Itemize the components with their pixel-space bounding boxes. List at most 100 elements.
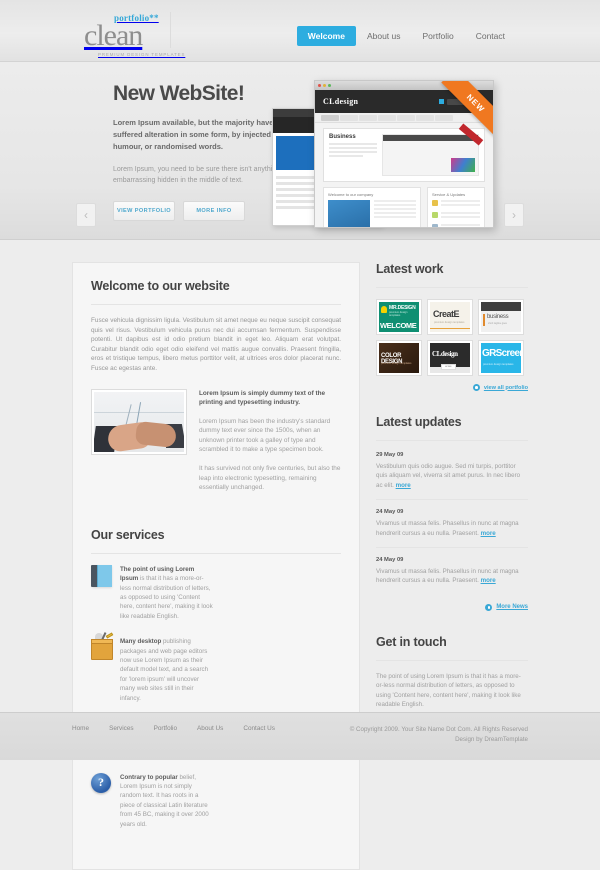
page-root: portfolio** clean PREMIUM DESIGN TEMPLAT… <box>0 0 600 870</box>
contact-paragraph: The point of using Lorem Ipsum is that i… <box>376 672 521 709</box>
view-portfolio-button[interactable]: VIEW PORTFOLIO <box>113 201 175 221</box>
hero-title: New WebSite! <box>113 82 245 105</box>
intro-paragraph-2: It has survived not only five centuries,… <box>199 464 341 492</box>
service-item: Many desktop publishing packages and web… <box>91 632 213 703</box>
mock-line <box>374 204 416 206</box>
mock-nav-item <box>416 115 434 121</box>
thumb-title: business <box>487 314 509 320</box>
hero-buttons: VIEW PORTFOLIO MORE INFO <box>113 201 293 221</box>
nav-item-about-us[interactable]: About us <box>356 26 412 46</box>
update-more-link[interactable]: more <box>481 577 496 584</box>
leaf-icon <box>432 212 438 218</box>
mock-column-title: Welcome to our company <box>328 192 374 197</box>
mock-line <box>441 200 480 202</box>
mock-site-nav <box>315 113 493 123</box>
mock-bar <box>383 135 478 141</box>
thumb-sub: premium design templates <box>483 363 514 366</box>
main-navigation: Welcome About us Portfolio Contact <box>296 26 516 46</box>
service-item: The point of using Lorem Ipsum is that i… <box>91 564 213 621</box>
mock-nav-item <box>435 115 453 121</box>
mock-column-welcome: Welcome to our company <box>323 187 421 227</box>
update-item: 24 May 09 Vivamus ut massa felis. Phasel… <box>376 557 528 595</box>
thumb-sub: premium design templates <box>381 362 412 365</box>
mock-line <box>329 155 363 157</box>
thumb-title: CLdesign <box>432 350 458 358</box>
mock-line <box>374 200 416 202</box>
close-dot-icon <box>318 84 321 87</box>
mock-line <box>329 151 377 153</box>
mock-line <box>374 208 416 210</box>
mock-line <box>441 212 480 214</box>
portfolio-thumb[interactable]: GRScreen premium design templates <box>478 340 524 376</box>
mock-site-logo: CLdesign <box>323 97 359 106</box>
nav-item-welcome[interactable]: Welcome <box>296 26 356 46</box>
service-text: Contrary to popular belief, Lorem Ipsum … <box>120 773 213 829</box>
nav-item-contact[interactable]: Contact <box>465 26 516 46</box>
footer-link-about-us[interactable]: About Us <box>197 725 223 745</box>
wrench-icon <box>432 224 438 227</box>
portfolio-thumb[interactable]: business short tagline goes <box>478 299 524 335</box>
mock-list-item <box>432 200 480 208</box>
mock-line <box>441 216 480 218</box>
update-date: 24 May 09 <box>376 557 404 564</box>
site-footer: Home Services Portfolio About Us Contact… <box>0 712 600 760</box>
mock-list-item <box>432 212 480 220</box>
thumb-header-bar <box>481 302 521 311</box>
mock-nav-item <box>321 115 339 121</box>
update-body: Vivamus ut massa felis. Phasellus in nun… <box>376 568 519 585</box>
portfolio-thumb-grid: MR.DESIGN premium design templates WELCO… <box>376 299 528 376</box>
hero-subtext: Lorem Ipsum, you need to be sure there i… <box>113 166 281 184</box>
copyright-text: © Copyright 2009. Your Site Name Dot Com… <box>349 726 528 733</box>
mock-slider-heading: Business <box>329 134 356 140</box>
service-body: publishing packages and web page editors… <box>120 638 209 702</box>
minimize-dot-icon <box>323 84 326 87</box>
bullet-circle-icon <box>485 603 493 611</box>
footer-link-home[interactable]: Home <box>72 725 89 745</box>
logo-tagline: PREMIUM DESIGN TEMPLATES <box>98 52 186 57</box>
mock-thumbnail <box>451 158 475 172</box>
footer-links: Home Services Portfolio About Us Contact… <box>72 725 295 745</box>
update-text: Vestibulum quis odio augue. Sed mi turpi… <box>376 462 528 490</box>
services-grid: The point of using Lorem Ipsum is that i… <box>91 564 341 845</box>
thumb-word: WELCOME <box>380 321 417 330</box>
mock-line <box>441 224 480 226</box>
service-item: ? Contrary to popular belief, Lorem Ipsu… <box>91 772 213 829</box>
update-more-link[interactable]: more <box>396 482 411 489</box>
welcome-paragraph: Fusce vehicula dignissim ligula. Vestibu… <box>91 317 341 372</box>
handshake-image <box>91 388 187 455</box>
mock-nav-item <box>359 115 377 121</box>
nav-item-portfolio[interactable]: Portfolio <box>412 26 465 46</box>
hero-mock-front: CLdesign Business Welcome to our company… <box>314 80 494 228</box>
latest-updates-heading: Latest updates <box>376 415 528 441</box>
content-right-column: Latest work MR.DESIGN premium design tem… <box>360 262 528 870</box>
mock-line <box>441 204 480 206</box>
update-more-link[interactable]: more <box>481 530 496 537</box>
footer-copyright-block: © Copyright 2009. Your Site Name Dot Com… <box>350 725 528 745</box>
services-heading: Our services <box>91 528 341 554</box>
update-body: Vivamus ut massa felis. Phasellus in nun… <box>376 520 519 537</box>
hero-slider: New WebSite! Lorem Ipsum available, but … <box>0 62 600 240</box>
search-icon <box>439 99 444 104</box>
slider-next-arrow-icon[interactable]: › <box>504 203 524 227</box>
update-text: Vivamus ut massa felis. Phasellus in nun… <box>376 519 528 538</box>
mock-image <box>328 200 370 227</box>
question-icon: ? <box>91 772 113 797</box>
services-section: Our services The point of using Lorem Ip… <box>91 528 341 845</box>
portfolio-thumb[interactable]: MR.DESIGN premium design templates WELCO… <box>376 299 422 335</box>
content-container: Welcome to our website Fusce vehicula di… <box>72 262 528 870</box>
update-item: 29 May 09 Vestibulum quis odio augue. Se… <box>376 452 528 501</box>
footer-link-contact-us[interactable]: Contact Us <box>243 725 275 745</box>
mock-column-title: Service & Updates <box>432 192 466 197</box>
view-all-portfolio-link[interactable]: view all portfolio <box>376 384 528 391</box>
mock-columns: Welcome to our company Service & Updates <box>323 187 485 227</box>
footer-link-portfolio[interactable]: Portfolio <box>154 725 177 745</box>
hero-lead: Lorem Ipsum available, but the majority … <box>113 118 274 151</box>
more-info-button[interactable]: MORE INFO <box>183 201 245 221</box>
portfolio-thumb[interactable]: COLOR DESIGN premium design templates <box>376 340 422 376</box>
portfolio-thumb[interactable]: CLdesign HOME <box>427 340 473 376</box>
more-news-link[interactable]: More News <box>376 603 528 611</box>
portfolio-thumb[interactable]: CreatE premium design templates <box>427 299 473 335</box>
thumb-title: CreatE <box>433 309 460 319</box>
footer-link-services[interactable]: Services <box>109 725 134 745</box>
slider-prev-arrow-icon[interactable]: ‹ <box>76 203 96 227</box>
